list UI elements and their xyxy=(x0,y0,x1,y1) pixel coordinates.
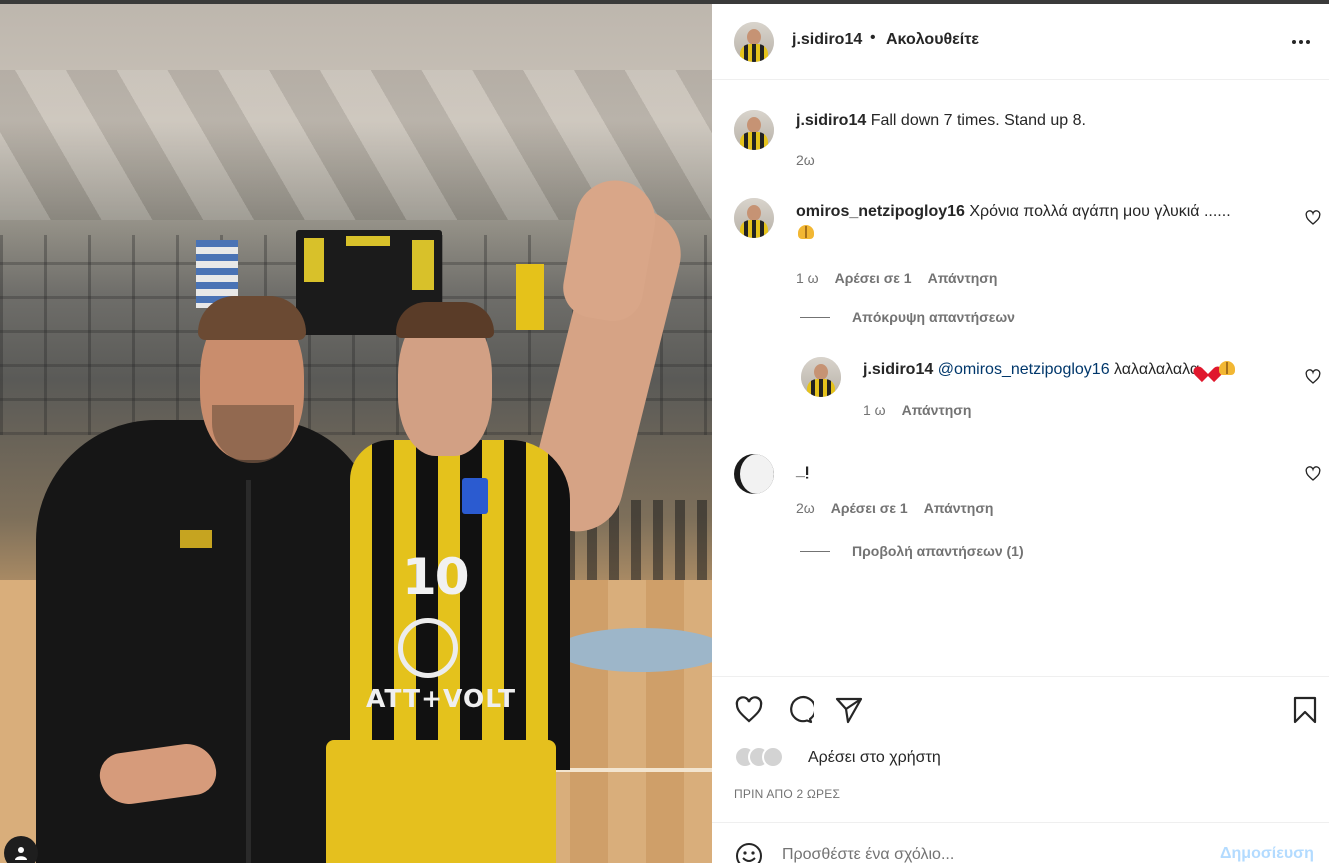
jersey-number: 10 xyxy=(402,548,470,606)
heart-icon xyxy=(735,696,763,723)
divider-line xyxy=(800,316,830,318)
divider-line xyxy=(800,550,830,552)
comment-button[interactable] xyxy=(784,695,817,725)
heart-icon xyxy=(1305,466,1321,481)
commenter-username[interactable]: omiros_netzipogloy16 xyxy=(796,203,965,220)
post-actions xyxy=(712,676,1329,746)
reply-mention[interactable]: @omiros_netzipogloy16 xyxy=(938,361,1110,378)
comment-reply-button[interactable]: Απάντηση xyxy=(924,500,994,516)
court-logo xyxy=(556,628,712,672)
caption-age[interactable]: 2ω xyxy=(796,152,815,168)
post-header: j.sidiro14 • Ακολουθείτε xyxy=(712,4,1329,80)
player-hair xyxy=(396,302,494,338)
pray-emoji xyxy=(796,223,816,241)
more-options-button[interactable] xyxy=(1286,30,1316,54)
red-heart-emoji xyxy=(1199,360,1217,376)
bookmark-icon xyxy=(1293,696,1317,724)
commenter-avatar[interactable] xyxy=(734,198,774,238)
comment-age[interactable]: 2ω xyxy=(796,500,815,516)
tagged-users-button[interactable] xyxy=(4,836,38,863)
reply-username[interactable]: j.sidiro14 xyxy=(863,361,933,378)
jersey-logo xyxy=(398,618,458,678)
share-button[interactable] xyxy=(834,695,864,725)
header-separator: • xyxy=(870,29,876,46)
jersey-patch xyxy=(462,478,488,514)
comment-composer: Δημοσίευση xyxy=(712,822,1329,863)
reply-reply-button[interactable]: Απάντηση xyxy=(902,402,972,418)
comment-like-button[interactable] xyxy=(1305,466,1321,482)
pray-emoji xyxy=(1217,359,1237,377)
coach-zipper xyxy=(246,480,251,863)
likes-text[interactable]: Αρέσει στο χρήστη xyxy=(808,749,941,767)
like-button[interactable] xyxy=(734,695,764,725)
caption-username[interactable]: j.sidiro14 xyxy=(796,112,866,129)
commenter-username[interactable]: _ᴉ xyxy=(796,462,809,479)
post-timestamp[interactable]: ΠΡΙΝ ΑΠΟ 2 ΩΡΕΣ xyxy=(734,787,840,801)
comment-input[interactable] xyxy=(782,843,1202,863)
author-avatar[interactable] xyxy=(734,22,774,62)
coach-hair xyxy=(198,296,306,340)
reply-like-button[interactable] xyxy=(1305,369,1321,385)
emoji-icon xyxy=(736,843,762,863)
hide-replies-button[interactable]: Απόκρυψη απαντήσεων xyxy=(800,309,1015,325)
comment-likes-count[interactable]: Αρέσει σε 1 xyxy=(831,500,908,516)
team-banner xyxy=(516,264,544,330)
browser-top-strip xyxy=(0,0,1329,4)
reply-text: λαλαλαλαλα xyxy=(1114,361,1200,378)
reply-age[interactable]: 1 ω xyxy=(863,402,886,418)
comment-age[interactable]: 1 ω xyxy=(796,270,819,286)
coach-logo xyxy=(180,530,212,548)
comment-like-button[interactable] xyxy=(1305,210,1321,226)
jersey-sponsor: ATT+VOLT xyxy=(366,684,517,713)
caption-avatar[interactable] xyxy=(734,110,774,150)
reply-avatar[interactable] xyxy=(801,357,841,397)
comment-icon xyxy=(790,696,817,724)
following-status[interactable]: Ακολουθείτε xyxy=(886,31,979,49)
commenter-avatar[interactable] xyxy=(734,454,774,494)
comment-reply-button[interactable]: Απάντηση xyxy=(928,270,998,286)
hide-replies-label: Απόκρυψη απαντήσεων xyxy=(852,309,1015,325)
heart-icon xyxy=(1305,210,1321,225)
likes-row[interactable]: Αρέσει στο χρήστη xyxy=(734,746,941,770)
player-shorts xyxy=(326,740,556,863)
view-replies-label: Προβολή απαντήσεων (1) xyxy=(852,543,1024,559)
coach-jacket xyxy=(36,420,376,863)
comment-text: Χρόνια πολλά αγάπη μου γλυκιά ...... xyxy=(969,203,1231,220)
send-icon xyxy=(835,697,863,724)
more-icon xyxy=(1292,40,1296,44)
save-button[interactable] xyxy=(1290,695,1320,725)
comment-likes-count[interactable]: Αρέσει σε 1 xyxy=(835,270,912,286)
post-photo[interactable]: 10 ATT+VOLT xyxy=(0,0,712,863)
post-detail-panel: j.sidiro14 • Ακολουθείτε j.sidiro14 Fall… xyxy=(712,4,1329,863)
view-replies-button[interactable]: Προβολή απαντήσεων (1) xyxy=(800,543,1024,559)
heart-icon xyxy=(1305,369,1321,384)
post-comment-button[interactable]: Δημοσίευση xyxy=(1220,845,1314,863)
user-icon xyxy=(15,847,27,860)
caption-text: Fall down 7 times. Stand up 8. xyxy=(870,112,1086,129)
liker-avatars xyxy=(734,746,800,770)
author-username[interactable]: j.sidiro14 xyxy=(792,31,862,49)
emoji-button[interactable] xyxy=(734,841,764,863)
